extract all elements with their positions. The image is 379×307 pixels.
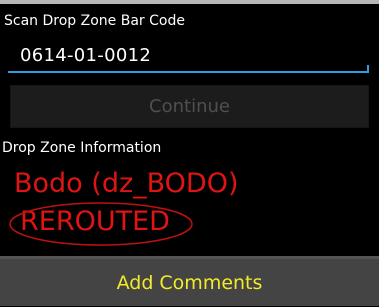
add-comments-button[interactable]: Add Comments <box>0 256 379 306</box>
scan-barcode-label: Scan Drop Zone Bar Code <box>4 13 185 29</box>
continue-button[interactable]: Continue <box>10 85 369 128</box>
barcode-input[interactable]: 0614-01-0012 <box>8 36 369 74</box>
input-underline <box>8 71 369 73</box>
drop-zone-info-label: Drop Zone Information <box>2 140 162 156</box>
barcode-input-value: 0614-01-0012 <box>20 45 152 66</box>
drop-zone-name: Bodo (dz_BODO) <box>14 168 239 199</box>
rerouted-highlight-ellipse <box>9 202 193 246</box>
top-divider <box>0 0 379 4</box>
input-underline-end <box>367 65 369 73</box>
